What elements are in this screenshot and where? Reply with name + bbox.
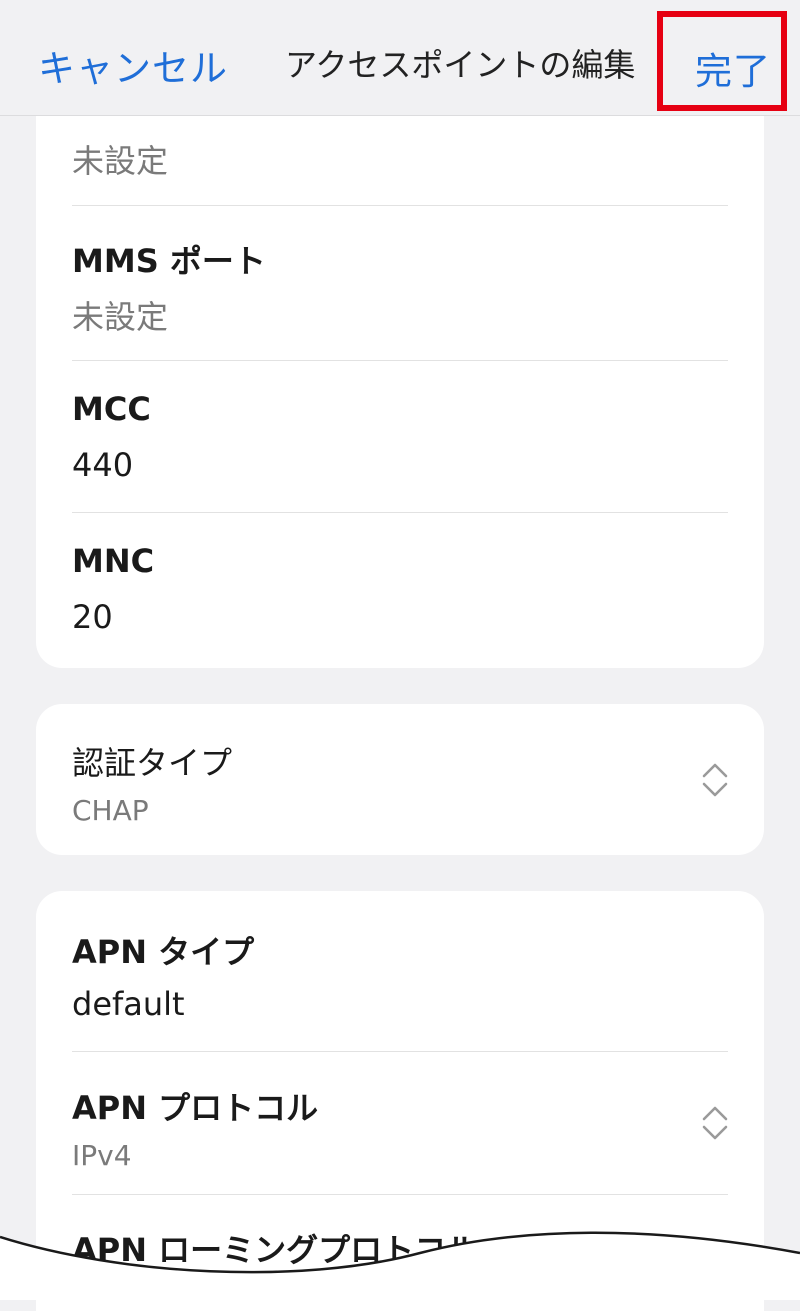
divider — [72, 360, 728, 361]
auth-type-card[interactable]: 認証タイプ CHAP — [36, 704, 764, 855]
done-highlight-box: 完了 — [657, 11, 787, 111]
mnc-value: 20 — [72, 598, 113, 636]
torn-edge-decoration — [0, 1231, 800, 1300]
mms-port-label: MMS ポート — [72, 242, 266, 280]
apn-protocol-value: IPv4 — [72, 1139, 132, 1172]
apn-type-label: APN タイプ — [72, 933, 255, 971]
chevron-up-down-icon — [702, 763, 728, 797]
done-button[interactable]: 完了 — [695, 41, 771, 95]
auth-type-label: 認証タイプ — [72, 744, 233, 782]
mnc-label: MNC — [72, 542, 155, 580]
divider — [72, 205, 728, 206]
mms-port-value: 未設定 — [72, 298, 169, 336]
apn-type-value: default — [72, 985, 185, 1023]
divider — [72, 512, 728, 513]
mcc-label: MCC — [72, 390, 151, 428]
top-bar: キャンセル アクセスポイントの編集 完了 — [0, 0, 800, 116]
settings-card-mms: 未設定 MMS ポート 未設定 MCC 440 MNC 20 — [36, 116, 764, 668]
mcc-value: 440 — [72, 446, 134, 484]
apn-protocol-label: APN プロトコル — [72, 1089, 319, 1127]
divider — [72, 1194, 728, 1195]
divider — [72, 1051, 728, 1052]
cancel-button[interactable]: キャンセル — [38, 38, 228, 92]
auth-type-value: CHAP — [72, 794, 149, 827]
page-title: アクセスポイントの編集 — [285, 46, 636, 84]
mms-proxy-value: 未設定 — [72, 142, 169, 180]
chevron-up-down-icon — [702, 1106, 728, 1140]
